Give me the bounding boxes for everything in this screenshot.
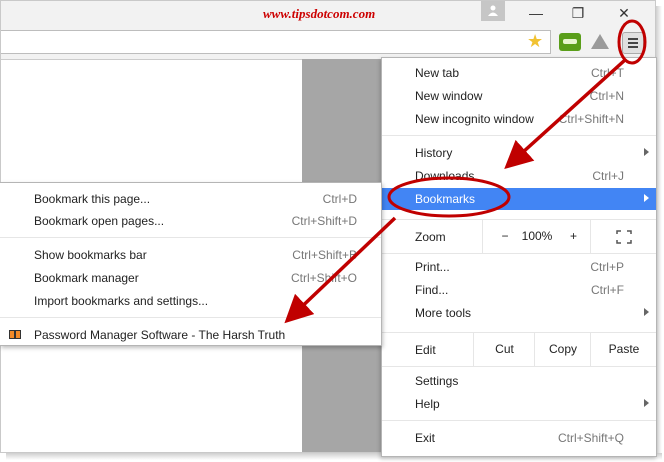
annotation-circle-bookmarks	[387, 176, 511, 218]
annotation-circle-menu-button	[617, 19, 647, 65]
annotation-overlay	[284, 19, 647, 324]
annotation-arrow-to-bookmarks	[504, 58, 627, 170]
annotation-arrow-to-bookmark-item	[284, 216, 397, 324]
